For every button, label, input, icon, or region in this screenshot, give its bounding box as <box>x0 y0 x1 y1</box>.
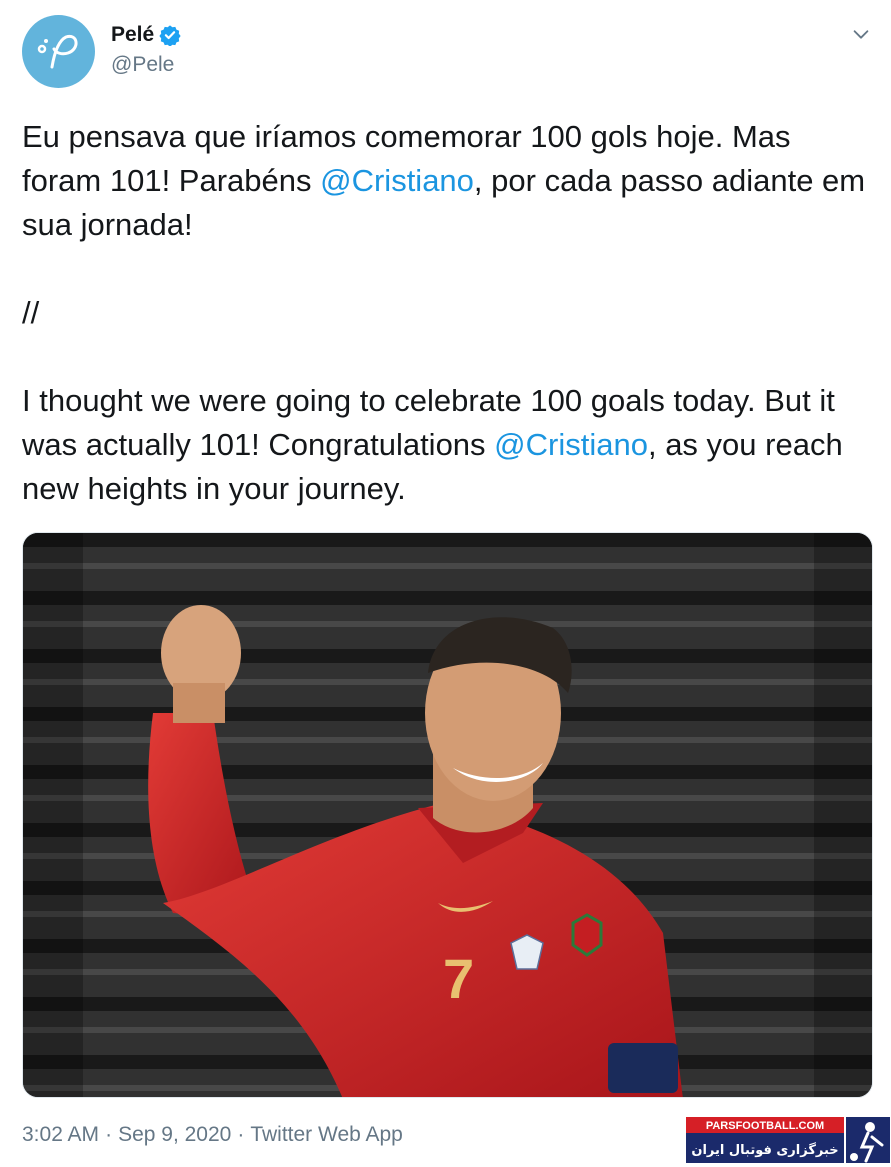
chevron-down-icon[interactable] <box>850 23 872 45</box>
tweet-text-portuguese: Eu pensava que iríamos comemorar 100 gol… <box>22 119 866 242</box>
mention-link-cristiano[interactable]: @Cristiano <box>320 163 474 198</box>
tweet-text: Eu pensava que iríamos comemorar 100 gol… <box>22 115 872 511</box>
verified-badge-icon <box>159 25 181 46</box>
tweet-header: Pelé @Pele <box>22 15 872 90</box>
avatar[interactable] <box>22 15 95 88</box>
parsfootball-watermark: PARSFOOTBALL.COM خبرگزاری فوتبال ایران <box>686 1117 890 1163</box>
author-handle[interactable]: @Pele <box>111 53 174 77</box>
tweet-photo[interactable]: 7 <box>22 532 873 1098</box>
watermark-tagline: خبرگزاری فوتبال ایران <box>691 1142 838 1158</box>
tweet-date[interactable]: Sep 9, 2020 <box>118 1123 231 1147</box>
tweet-source[interactable]: Twitter Web App <box>250 1123 403 1147</box>
photo-celebrating-player: 7 <box>23 533 872 1097</box>
author-name[interactable]: Pelé <box>111 23 154 47</box>
jersey-number: 7 <box>443 947 474 1010</box>
watermark-site: PARSFOOTBALL.COM <box>706 1120 824 1132</box>
pele-signature-icon <box>37 34 77 68</box>
tweet-metadata: 3:02 AM · Sep 9, 2020 · Twitter Web App <box>22 1123 403 1147</box>
tweet-text-english: I thought we were going to celebrate 100… <box>22 383 843 506</box>
mention-link-cristiano[interactable]: @Cristiano <box>494 427 648 462</box>
tweet-time[interactable]: 3:02 AM <box>22 1123 99 1147</box>
tweet-divider: // <box>22 295 40 330</box>
